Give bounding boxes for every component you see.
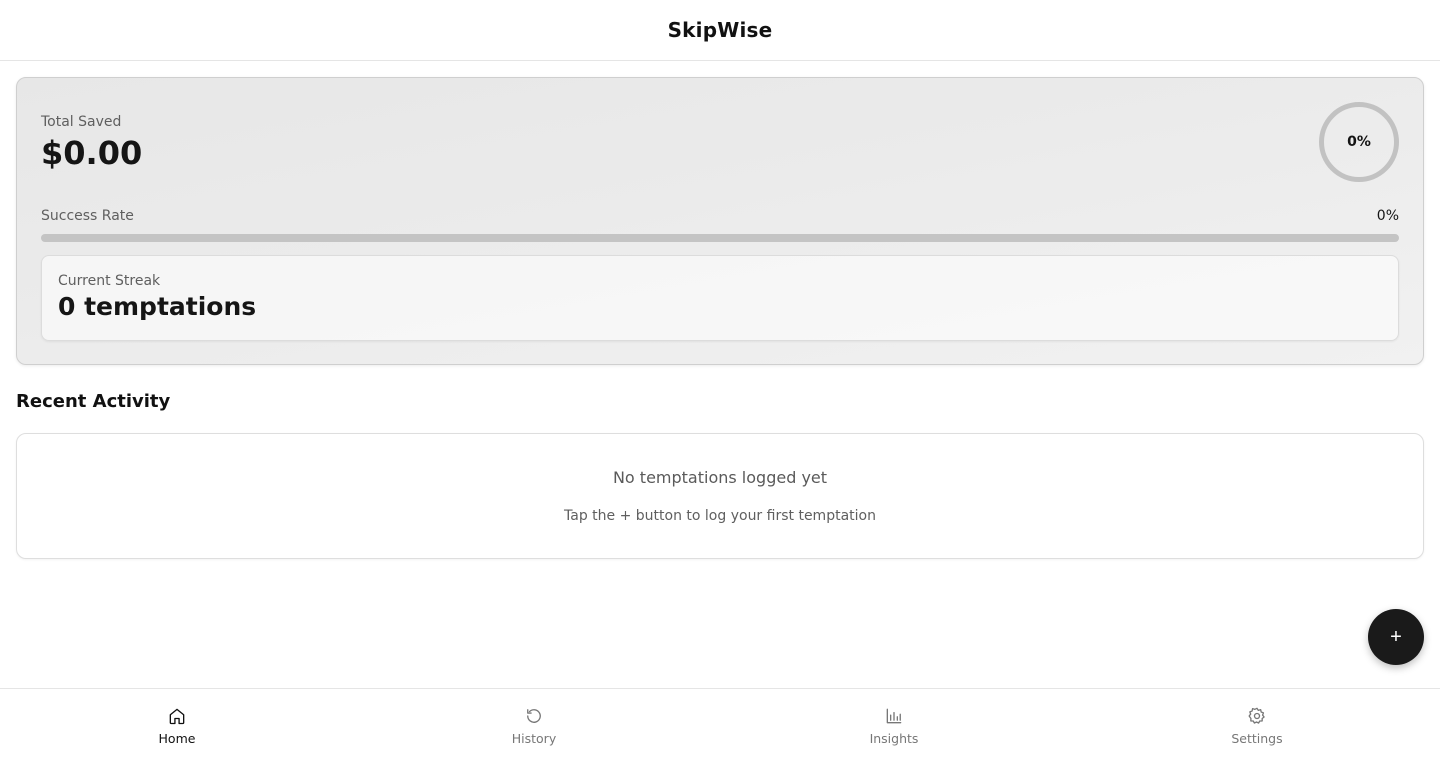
recent-activity-empty-state: No temptations logged yet Tap the + butt…	[16, 433, 1424, 559]
bottom-nav: Home History Insights Settings	[0, 688, 1440, 761]
savings-summary-card: Total Saved $0.00 0% Success Rate 0% Cur…	[16, 77, 1424, 365]
home-icon	[166, 705, 188, 727]
nav-item-label: History	[511, 731, 557, 746]
current-streak-label: Current Streak	[58, 273, 161, 289]
empty-state-title: No temptations logged yet	[612, 468, 828, 487]
gear-icon	[1246, 705, 1268, 727]
recent-activity-title: Recent Activity	[16, 391, 171, 412]
add-temptation-button[interactable]: +	[1368, 609, 1424, 665]
total-saved-value: $0.00	[41, 134, 143, 172]
app-header: SkipWise	[0, 0, 1440, 61]
nav-item-label: Insights	[869, 731, 919, 746]
success-rate-ring: 0%	[1319, 102, 1399, 182]
nav-item-history[interactable]: History	[464, 689, 604, 761]
app-root: SkipWise Total Saved $0.00 0% Success Ra…	[0, 0, 1440, 761]
ring-percent-text: 0%	[1347, 134, 1371, 150]
app-title: SkipWise	[667, 18, 773, 42]
nav-item-label: Home	[158, 731, 196, 746]
history-icon	[523, 705, 545, 727]
current-streak-value: 0 temptations	[58, 292, 257, 321]
bar-chart-icon	[883, 705, 905, 727]
success-rate-value: 0%	[1376, 208, 1399, 224]
nav-item-home[interactable]: Home	[107, 689, 247, 761]
nav-item-settings[interactable]: Settings	[1187, 689, 1327, 761]
nav-item-label: Settings	[1231, 731, 1283, 746]
total-saved-label: Total Saved	[41, 114, 122, 130]
empty-state-subtitle: Tap the + button to log your first tempt…	[564, 508, 876, 524]
current-streak-card: Current Streak 0 temptations	[41, 255, 1399, 341]
nav-item-insights[interactable]: Insights	[824, 689, 964, 761]
success-rate-label: Success Rate	[41, 208, 134, 224]
success-rate-progress-bar	[41, 234, 1399, 242]
